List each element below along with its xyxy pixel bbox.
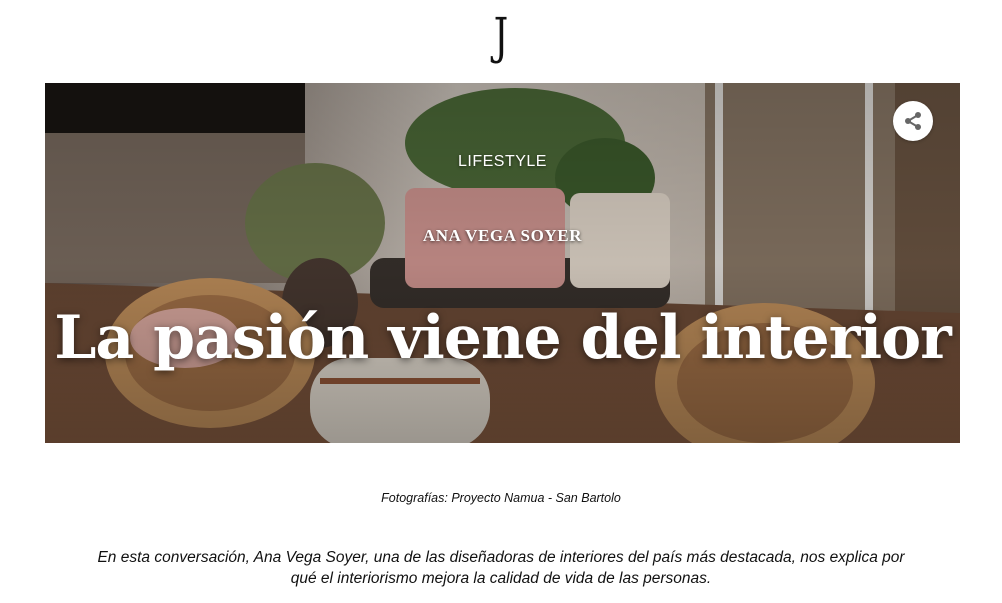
site-logo[interactable]: J bbox=[140, 6, 861, 66]
hero-banner: LIFESTYLE ANA VEGA SOYER La pasión viene… bbox=[45, 83, 960, 443]
hero-text-overlay: LIFESTYLE ANA VEGA SOYER La pasión viene… bbox=[45, 83, 960, 443]
article-title: La pasión viene del interior bbox=[54, 303, 952, 373]
author-name[interactable]: ANA VEGA SOYER bbox=[45, 226, 960, 246]
category-label[interactable]: LIFESTYLE bbox=[45, 153, 960, 171]
article-page: J LIFESTYLE ANA VEGA SOYER La pasión vie… bbox=[0, 0, 1002, 603]
photo-credit: Fotografías: Proyecto Namua - San Bartol… bbox=[381, 491, 621, 505]
article-lead: En esta conversación, Ana Vega Soyer, un… bbox=[97, 549, 905, 587]
share-icon bbox=[905, 112, 921, 130]
share-button[interactable] bbox=[893, 101, 933, 141]
